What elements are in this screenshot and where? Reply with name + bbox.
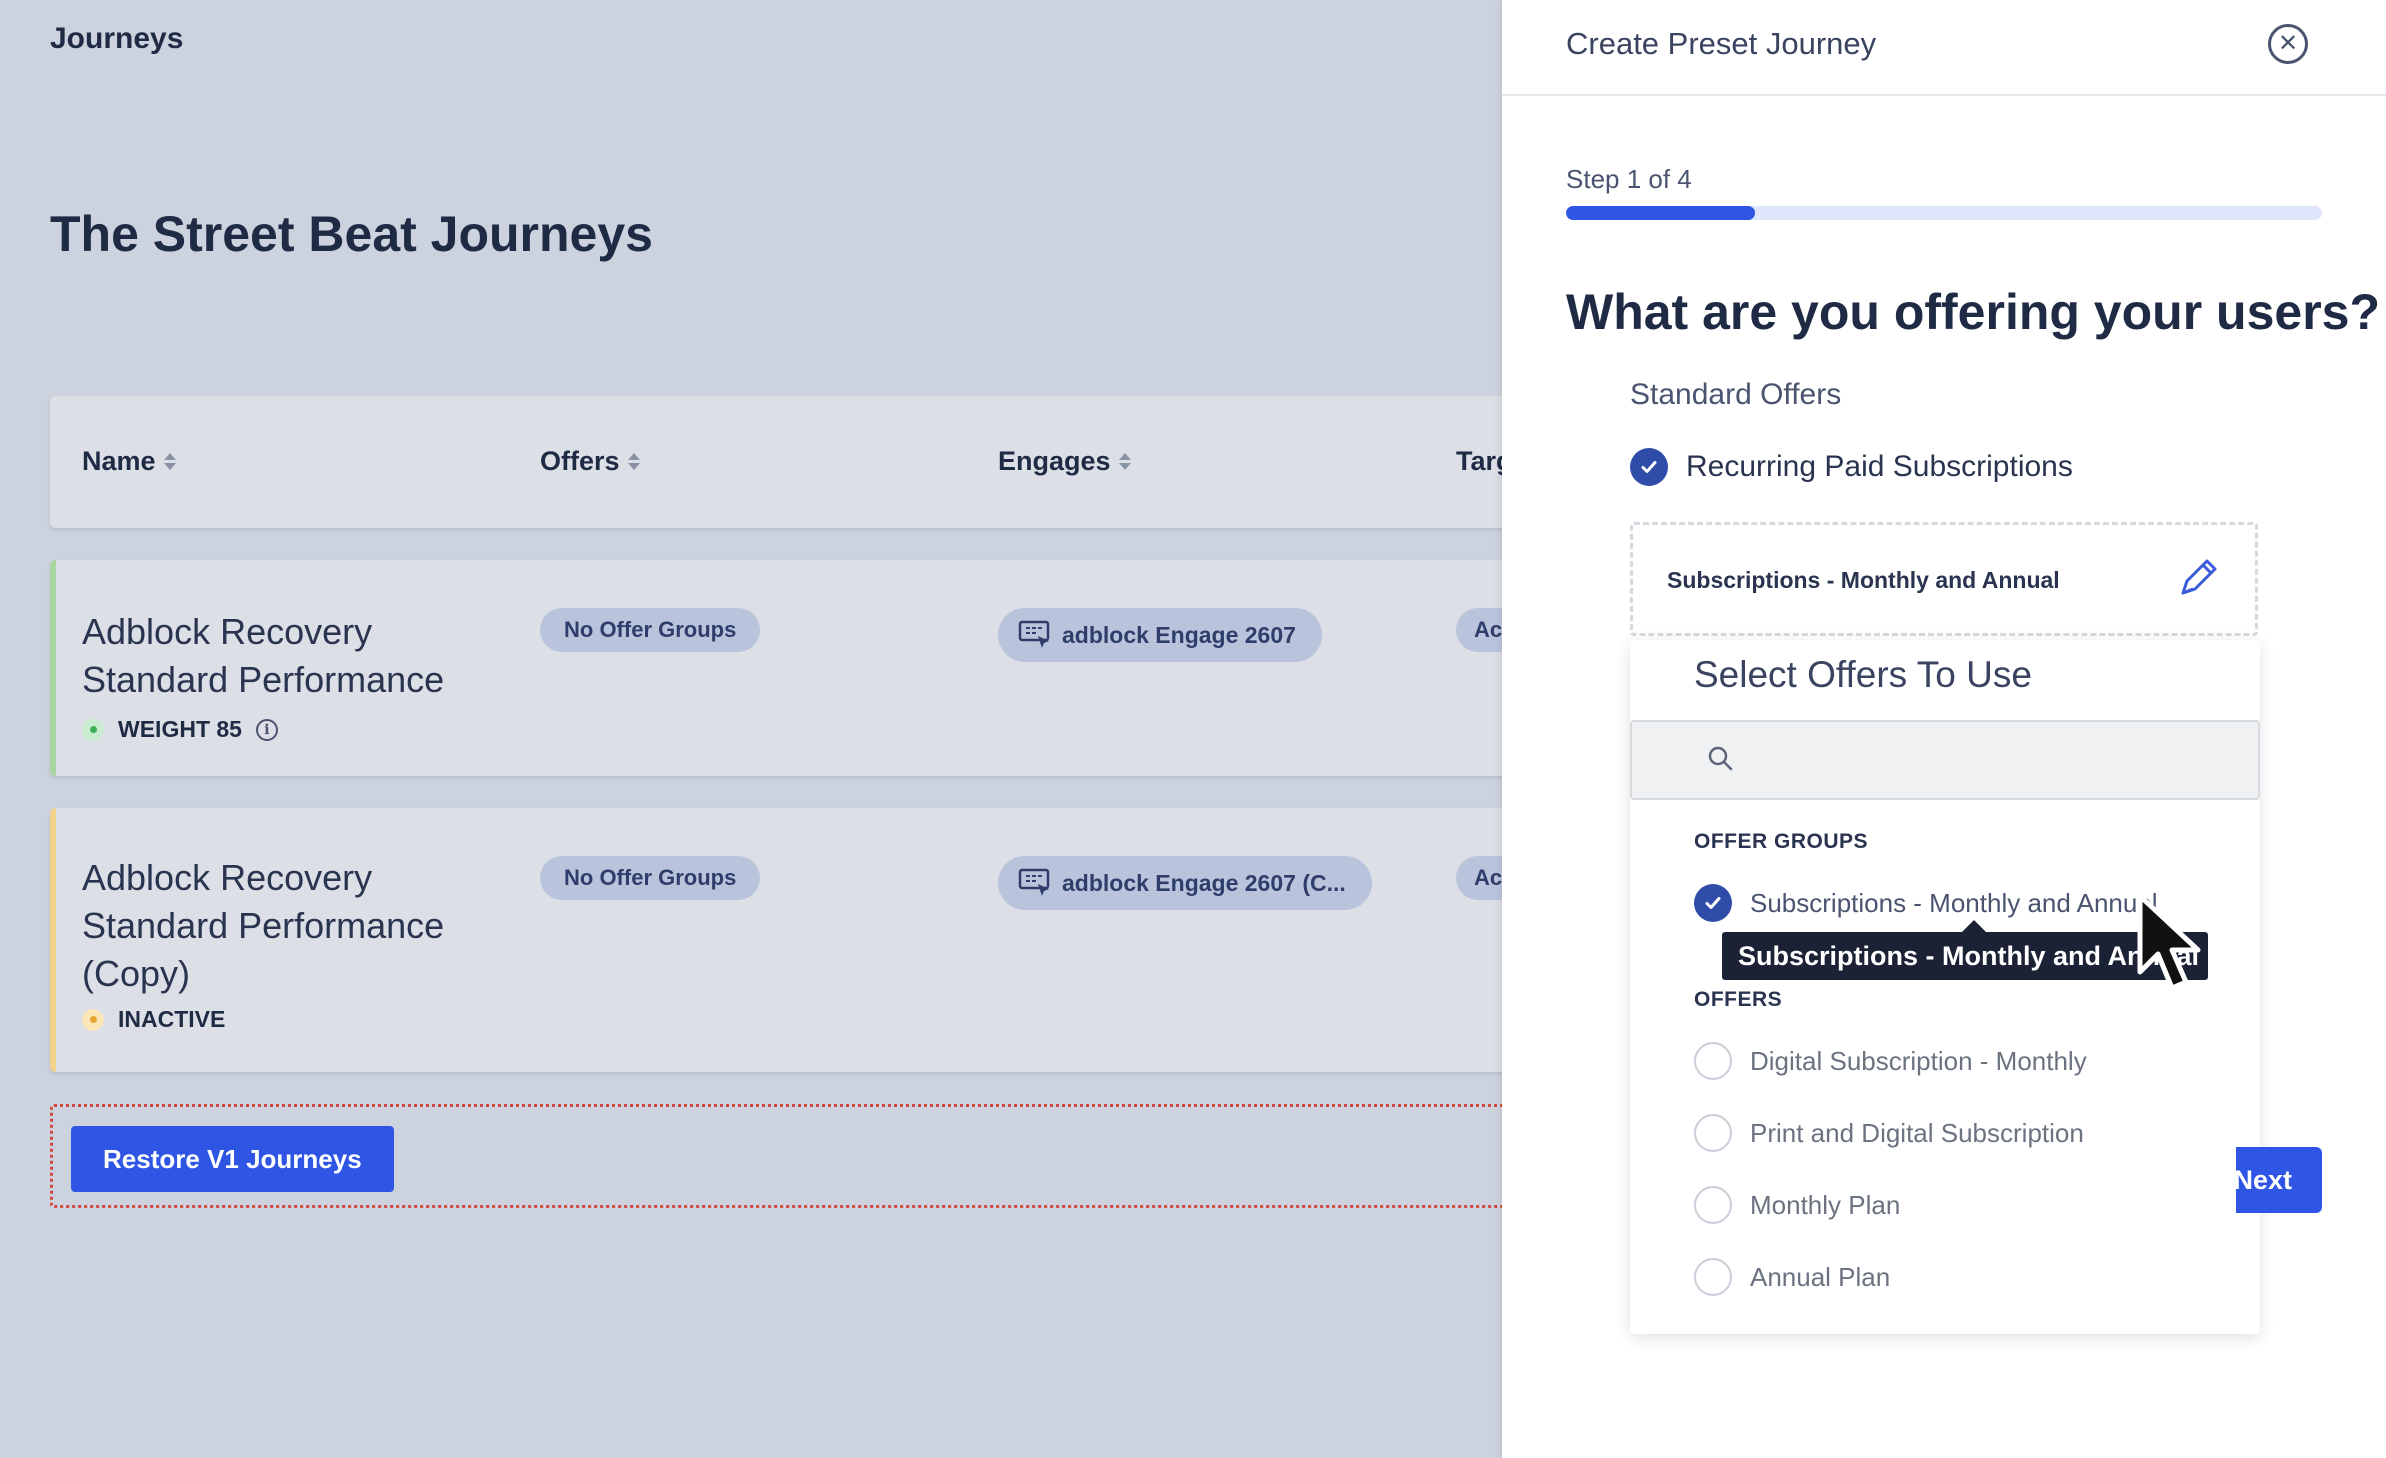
next-button[interactable]: Next xyxy=(2236,1147,2322,1213)
engage-label: adblock Engage 2607 (C... xyxy=(1062,869,1346,896)
check-icon xyxy=(1630,448,1668,486)
select-offers-dropdown: Select Offers To Use OFFER GROUPS Subscr… xyxy=(1630,640,2260,1334)
engage-pill[interactable]: adblock Engage 2607 (C... xyxy=(998,856,1372,910)
status-badge: INACTIVE xyxy=(82,1006,225,1033)
recurring-label: Recurring Paid Subscriptions xyxy=(1686,450,2073,483)
radio-icon xyxy=(1694,1114,1732,1152)
status-text: WEIGHT 85 xyxy=(118,716,242,742)
check-icon xyxy=(1694,884,1732,922)
offer-option[interactable]: Digital Subscription - Monthly xyxy=(1694,1042,2087,1080)
dropdown-title: Select Offers To Use xyxy=(1694,654,2032,695)
progress-fill xyxy=(1566,206,1755,220)
status-dot-icon xyxy=(82,718,104,741)
option-tooltip: Subscriptions - Monthly and Annual xyxy=(1722,932,2208,980)
restore-container: Restore V1 Journeys xyxy=(50,1104,1502,1208)
sort-icon xyxy=(1118,453,1131,470)
offers-heading: OFFERS xyxy=(1694,988,1783,1011)
option-label: Annual Plan xyxy=(1750,1261,1891,1292)
column-label: Engages xyxy=(998,446,1111,476)
journeys-page: Journeys The Street Beat Journeys Name O… xyxy=(0,0,1502,1458)
offer-option[interactable]: Print and Digital Subscription xyxy=(1694,1114,2084,1152)
standard-offers-label: Standard Offers xyxy=(1630,378,1842,411)
status-text: INACTIVE xyxy=(118,1006,226,1032)
offer-pill[interactable]: No Offer Groups xyxy=(540,608,761,652)
offer-groups-heading: OFFER GROUPS xyxy=(1694,830,1869,853)
column-header-name[interactable]: Name xyxy=(82,446,176,477)
engage-label: adblock Engage 2607 xyxy=(1062,621,1296,648)
page-title: The Street Beat Journeys xyxy=(50,206,653,262)
radio-icon xyxy=(1694,1258,1732,1296)
column-label: Targ xyxy=(1456,446,1502,476)
step-question: What are you offering your users? xyxy=(1566,284,2381,340)
column-header-offers[interactable]: Offers xyxy=(540,446,640,477)
search-icon xyxy=(1708,746,1733,771)
tooltip-arrow xyxy=(1962,920,1986,932)
create-preset-journey-drawer: Create Preset Journey ✕ Step 1 of 4 What… xyxy=(1502,0,2386,1458)
table-header: Name Offers Engages Targ xyxy=(50,396,1502,528)
close-icon[interactable]: ✕ xyxy=(2268,24,2308,64)
radio-icon xyxy=(1694,1186,1732,1224)
selected-group-label: Subscriptions - Monthly and Annual xyxy=(1667,567,2060,593)
sort-icon xyxy=(627,453,640,470)
column-label: Offers xyxy=(540,446,620,476)
column-label: Name xyxy=(82,446,156,476)
offer-group-option[interactable]: Subscriptions - Monthly and Annual xyxy=(1694,884,2158,922)
targeting-pill[interactable]: Ac xyxy=(1456,608,1502,652)
status-dot-icon xyxy=(82,1008,104,1031)
engage-icon xyxy=(1018,868,1050,896)
row-accent xyxy=(50,560,56,776)
option-label: Print and Digital Subscription xyxy=(1750,1117,2084,1148)
column-header-engages[interactable]: Engages xyxy=(998,446,1131,477)
drawer-title: Create Preset Journey xyxy=(1566,26,1877,61)
table-row[interactable]: Adblock Recovery Standard Performance (C… xyxy=(50,808,1502,1072)
targeting-pill[interactable]: Ac xyxy=(1456,856,1502,900)
next-label: Next xyxy=(2236,1165,2292,1195)
offer-option[interactable]: Monthly Plan xyxy=(1694,1186,1900,1224)
journey-name[interactable]: Adblock Recovery Standard Performance (C… xyxy=(82,854,482,998)
search-field[interactable] xyxy=(1630,720,2260,800)
drawer-header: Create Preset Journey ✕ xyxy=(1502,0,2386,96)
option-label: Digital Subscription - Monthly xyxy=(1750,1045,2087,1076)
option-label: Subscriptions - Monthly and Annual xyxy=(1750,887,2158,918)
restore-v1-journeys-button[interactable]: Restore V1 Journeys xyxy=(71,1126,394,1192)
app-title: Journeys xyxy=(50,22,184,55)
row-accent xyxy=(50,808,56,1072)
recurring-subscriptions-checkbox[interactable]: Recurring Paid Subscriptions xyxy=(1630,448,2073,486)
engage-pill[interactable]: adblock Engage 2607 xyxy=(998,608,1322,662)
info-icon[interactable]: i xyxy=(255,718,278,741)
step-label: Step 1 of 4 xyxy=(1566,164,1692,194)
column-header-targeting[interactable]: Targ xyxy=(1456,446,1502,477)
offer-option[interactable]: Annual Plan xyxy=(1694,1258,1890,1296)
engage-icon xyxy=(1018,620,1050,648)
search-input[interactable] xyxy=(1752,736,2232,784)
offer-pill[interactable]: No Offer Groups xyxy=(540,856,761,900)
table-row[interactable]: Adblock Recovery Standard Performance WE… xyxy=(50,560,1502,776)
offer-group-selector[interactable]: Subscriptions - Monthly and Annual xyxy=(1630,522,2258,636)
progress-bar xyxy=(1566,206,2322,220)
option-label: Monthly Plan xyxy=(1750,1189,1901,1220)
radio-icon xyxy=(1694,1042,1732,1080)
journey-name[interactable]: Adblock Recovery Standard Performance xyxy=(82,608,482,704)
pencil-icon[interactable] xyxy=(2173,553,2223,603)
status-badge: WEIGHT 85 i xyxy=(82,716,278,743)
sort-icon xyxy=(163,453,176,470)
